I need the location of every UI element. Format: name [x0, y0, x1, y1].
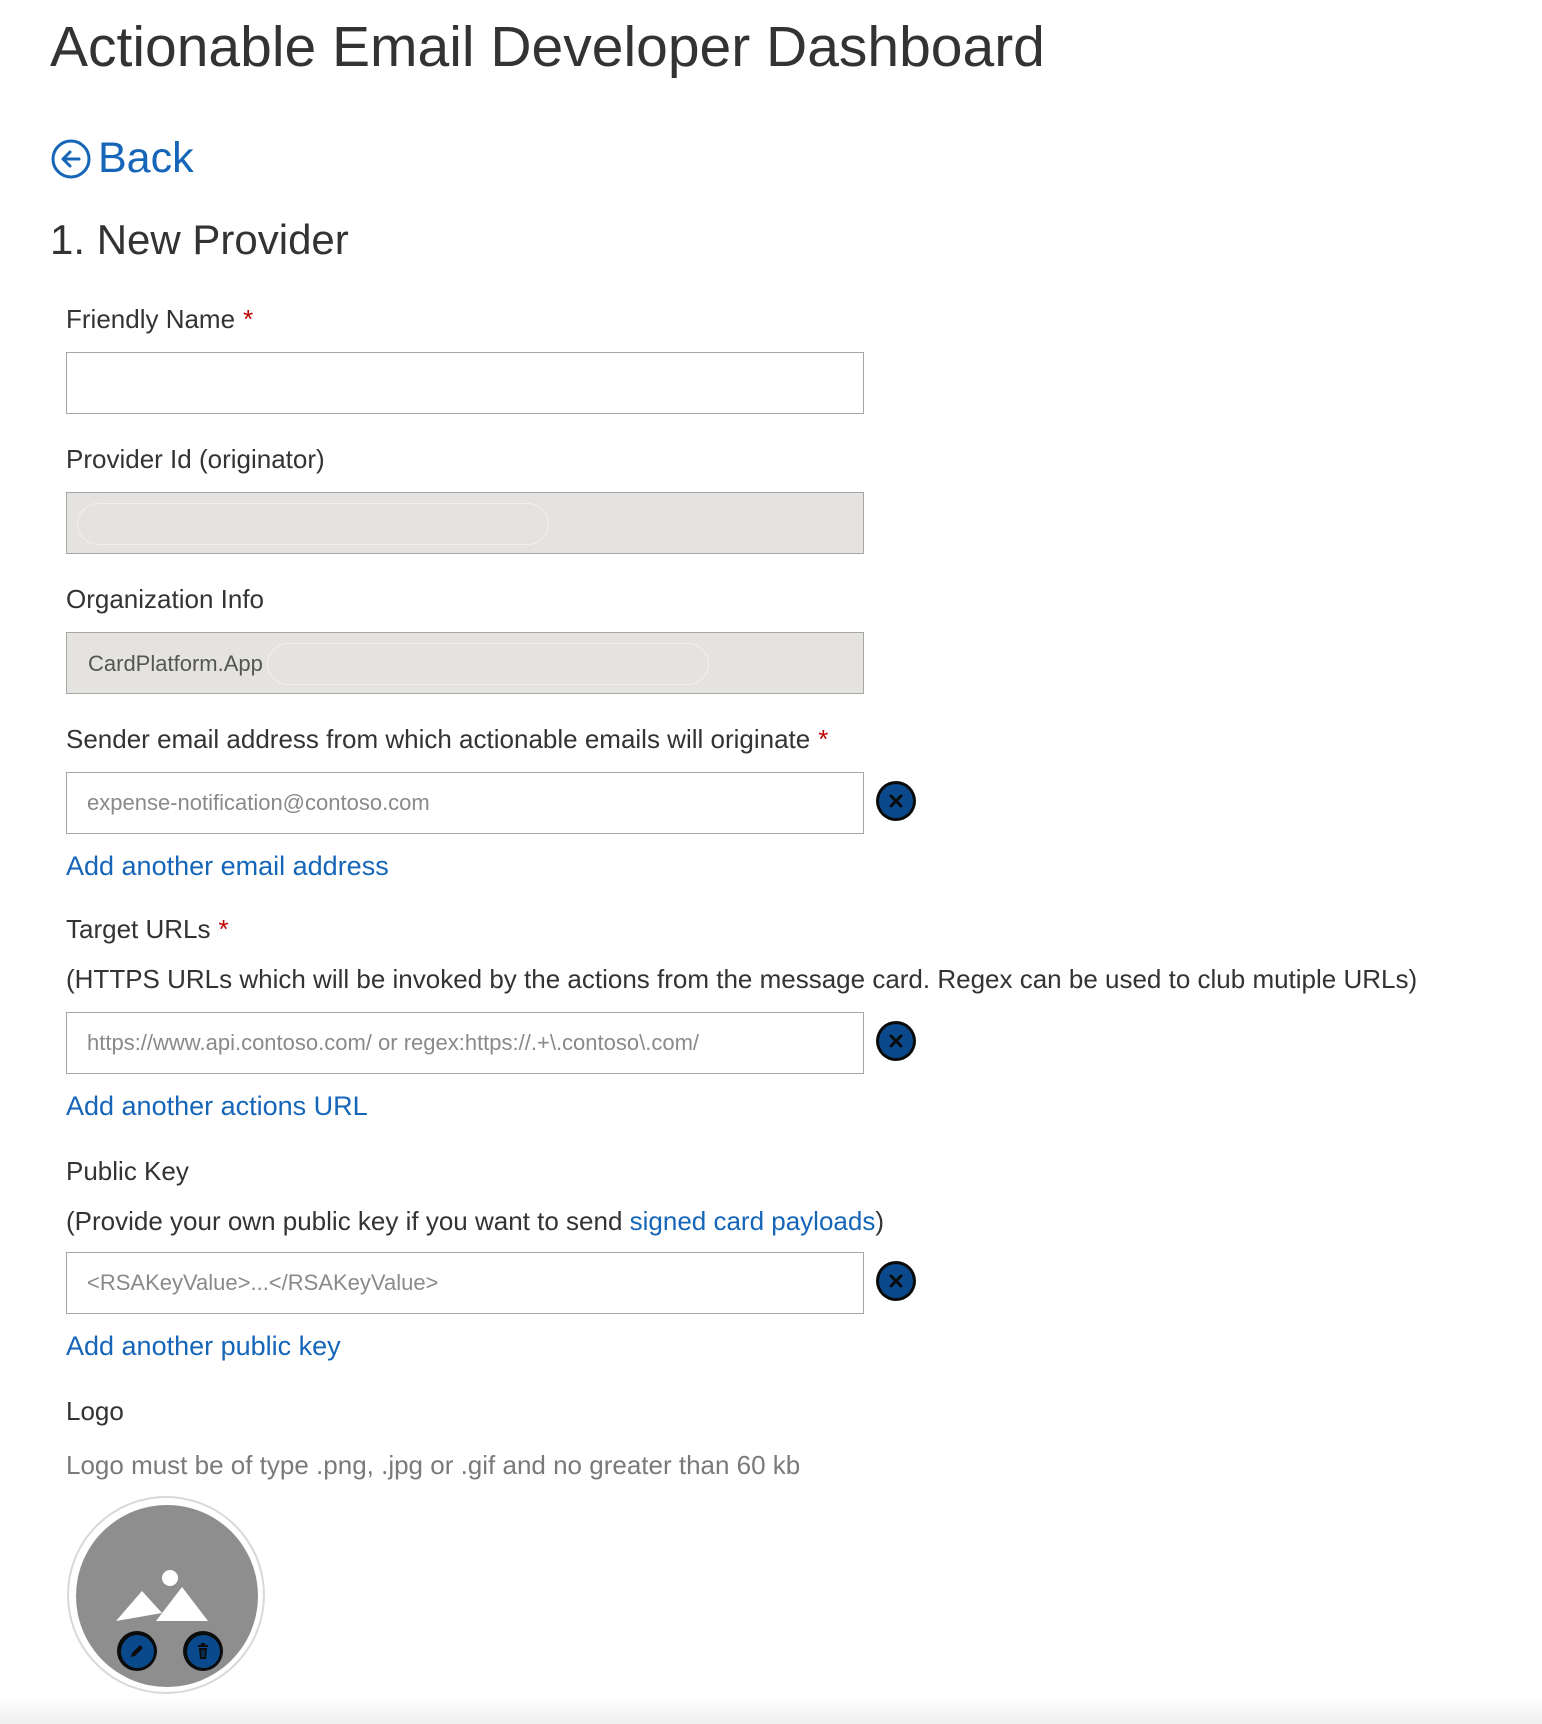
public-key-input[interactable]: [66, 1252, 864, 1314]
trash-icon: [198, 1643, 208, 1659]
organization-info-redacted: [267, 643, 709, 685]
add-key-link[interactable]: Add another public key: [66, 1331, 341, 1362]
remove-email-button[interactable]: [876, 781, 916, 821]
edit-logo-button[interactable]: [117, 1631, 157, 1671]
section-title: 1. New Provider: [50, 216, 349, 263]
logo-label: Logo: [66, 1396, 124, 1426]
circle-arrow-left-icon: [50, 138, 92, 180]
organization-info-value: CardPlatform.App: [88, 651, 263, 676]
required-marker: *: [218, 914, 229, 944]
target-urls-helper: (HTTPS URLs which will be invoked by the…: [66, 964, 1418, 994]
close-icon: [889, 1274, 903, 1288]
logo-preview: [76, 1505, 258, 1687]
remove-key-button[interactable]: [876, 1261, 916, 1301]
provider-id-redacted: [77, 503, 549, 545]
pencil-icon: [131, 1645, 143, 1657]
close-icon: [889, 1034, 903, 1048]
image-placeholder-icon: [116, 1570, 208, 1621]
back-link[interactable]: Back: [50, 134, 194, 183]
back-label: Back: [98, 134, 194, 182]
signed-card-payloads-link[interactable]: signed card payloads: [630, 1206, 876, 1236]
target-urls-label: Target URLs *: [66, 914, 229, 944]
public-key-helper: (Provide your own public key if you want…: [66, 1206, 885, 1236]
sender-email-input[interactable]: [66, 772, 864, 834]
add-url-link[interactable]: Add another actions URL: [66, 1091, 368, 1122]
logo-uploader[interactable]: [67, 1496, 265, 1694]
logo-hint: Logo must be of type .png, .jpg or .gif …: [66, 1450, 801, 1480]
add-email-link[interactable]: Add another email address: [66, 851, 389, 882]
page-footer-edge: [0, 1696, 1542, 1724]
remove-url-button[interactable]: [876, 1021, 916, 1061]
target-url-input[interactable]: [66, 1012, 864, 1074]
friendly-name-label: Friendly Name *: [66, 304, 254, 334]
close-icon: [889, 794, 903, 808]
friendly-name-input[interactable]: [66, 352, 864, 414]
provider-id-field: [66, 492, 864, 554]
public-key-label: Public Key: [66, 1156, 189, 1186]
delete-logo-button[interactable]: [183, 1631, 223, 1671]
sender-email-label: Sender email address from which actionab…: [66, 724, 829, 754]
provider-id-label: Provider Id (originator): [66, 444, 325, 474]
required-marker: *: [243, 304, 254, 334]
organization-info-label: Organization Info: [66, 584, 265, 614]
required-marker: *: [818, 724, 829, 754]
page-title: Actionable Email Developer Dashboard: [50, 15, 1045, 79]
